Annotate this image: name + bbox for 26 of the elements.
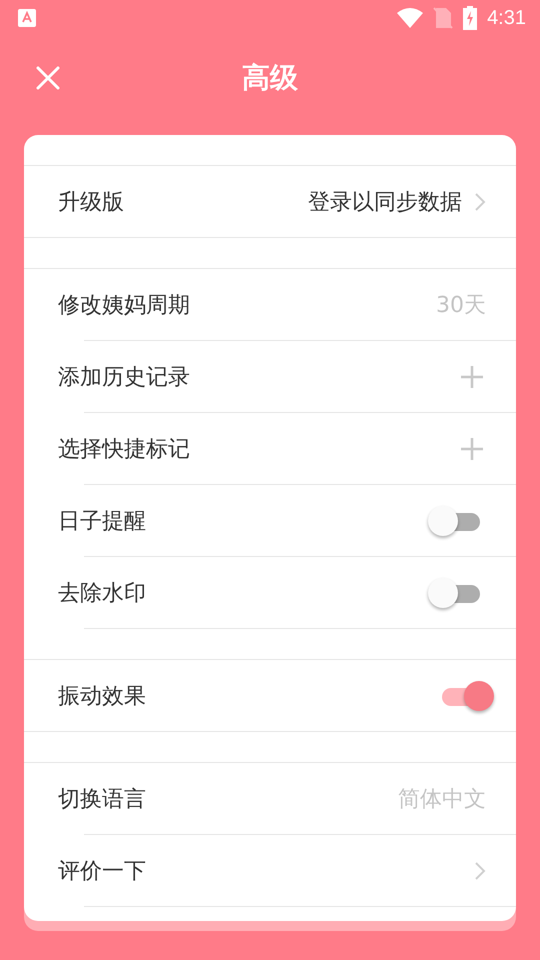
chevron-icon xyxy=(474,192,486,212)
wifi-icon xyxy=(397,8,424,28)
toggle-switch[interactable] xyxy=(442,680,494,710)
toggle-switch[interactable] xyxy=(428,578,480,608)
setting-value: 30天 xyxy=(436,292,486,320)
toggle-switch[interactable] xyxy=(428,506,480,536)
setting-value: 简体中文 xyxy=(398,786,486,814)
status-time: 4:31 xyxy=(487,6,526,30)
battery-icon xyxy=(463,6,478,30)
no-sim-icon xyxy=(433,7,454,29)
setting-label[interactable]: 选择快捷标记 xyxy=(58,434,460,464)
plus-icon[interactable] xyxy=(460,365,484,389)
plus-icon[interactable] xyxy=(460,437,484,461)
setting-label[interactable]: 添加历史记录 xyxy=(58,362,460,392)
setting-label[interactable]: 修改姨妈周期 xyxy=(58,290,436,320)
close-icon[interactable] xyxy=(36,66,60,90)
setting-label[interactable]: 振动效果 xyxy=(58,680,442,710)
setting-label[interactable]: 切换语言 xyxy=(58,784,398,814)
setting-label[interactable]: 升级版 xyxy=(58,186,308,216)
setting-label[interactable]: 去除水印 xyxy=(58,578,428,608)
page-title: 高级 xyxy=(242,60,298,96)
chevron-icon xyxy=(474,861,486,881)
setting-label[interactable]: 日子提醒 xyxy=(58,506,428,536)
setting-label[interactable]: 评价一下 xyxy=(58,856,462,886)
setting-value: 登录以同步数据 xyxy=(308,188,462,216)
app-notification-icon xyxy=(18,9,36,27)
